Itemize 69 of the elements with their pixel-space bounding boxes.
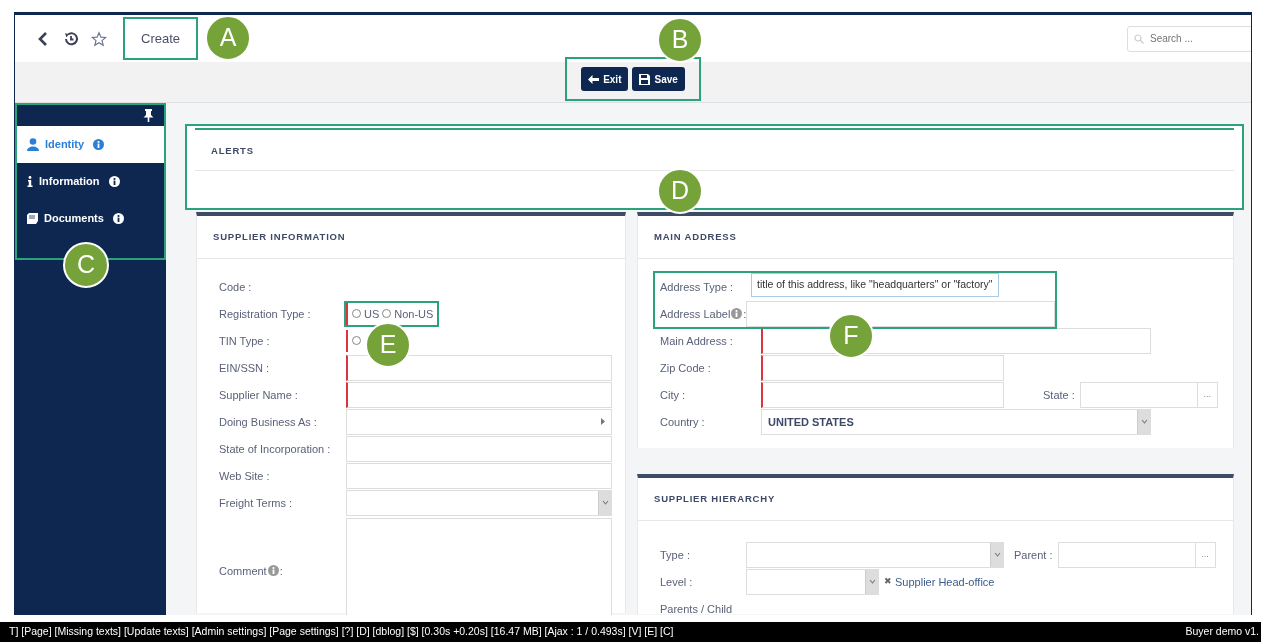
search-field[interactable]: Search ... <box>1127 25 1251 52</box>
info-icon <box>112 213 124 224</box>
caret-right-icon <box>601 418 605 426</box>
input-field[interactable] <box>346 408 612 435</box>
input-field[interactable] <box>761 354 1004 381</box>
field-label: Code : <box>219 279 253 295</box>
field-label: State : <box>1043 387 1075 403</box>
field-label: Parents / Child <box>660 601 734 615</box>
field-label: EIN/SSN : <box>219 360 271 376</box>
field-label: Comment <box>219 563 267 579</box>
create-tab[interactable]: Create <box>125 19 197 58</box>
field-label: State of Incorporation : <box>219 441 332 457</box>
input-field[interactable] <box>346 435 612 462</box>
radio-group[interactable]: US Non-US <box>346 302 438 325</box>
field-label: : <box>279 563 283 579</box>
field-label: City : <box>660 387 687 403</box>
field-label: Supplier Name : <box>219 387 299 403</box>
remove-icon[interactable]: ✖ <box>884 575 892 589</box>
status-text: T] [Page] [Missing texts] [Update texts] [Admin settings] [Page settings] [?] [D] [dblog] [$] [0.30s +0.20s] [16.47 MB] [Ajax : 1 / 0.493s] [V] [E] [C] <box>9 624 674 640</box>
field-label: Level : <box>660 574 694 590</box>
search-icon <box>1134 33 1144 44</box>
field-label: Type : <box>660 547 691 563</box>
sidebar-item[interactable]: Documents <box>15 200 166 237</box>
radio-label: US <box>364 306 380 322</box>
comment-field[interactable] <box>346 518 612 615</box>
field-label: Country : <box>660 414 706 430</box>
field-label: Parent : <box>1014 547 1053 563</box>
input-field[interactable] <box>746 300 1055 327</box>
chevron-down-icon <box>868 579 876 585</box>
info-icon <box>108 176 120 187</box>
lookup-field[interactable]: ... <box>1057 541 1216 568</box>
field-label: Zip Code : <box>660 360 712 376</box>
field-label: : <box>743 306 747 322</box>
input-field[interactable] <box>346 354 612 381</box>
arrow-left-icon <box>588 74 600 84</box>
pin-icon <box>143 109 154 122</box>
user-icon <box>27 138 39 151</box>
sidebar-item[interactable]: Identity <box>15 126 166 163</box>
select-field[interactable] <box>746 541 1004 568</box>
chevron-down-icon <box>1140 419 1148 425</box>
save-button[interactable]: Save <box>632 67 685 91</box>
field-label: Doing Business As : <box>219 414 318 430</box>
field-label: Address Label <box>660 306 731 322</box>
book-icon <box>27 213 38 224</box>
save-icon <box>639 73 651 85</box>
select-field[interactable] <box>746 568 879 595</box>
history-icon[interactable] <box>63 30 79 47</box>
chevron-down-icon <box>601 500 609 506</box>
select-field[interactable] <box>346 489 612 516</box>
field-label: Registration Type : <box>219 306 312 322</box>
exit-button[interactable]: Exit <box>581 67 629 91</box>
radio-label: Non-US <box>394 306 434 322</box>
input-field[interactable] <box>346 381 612 408</box>
star-icon[interactable] <box>91 30 107 47</box>
select-field[interactable]: UNITED STATES <box>761 408 1151 435</box>
info-icon <box>93 139 105 150</box>
sidebar-item[interactable]: Information <box>15 163 166 200</box>
hint-tooltip: title of this address, like "headquarters" or "factory" <box>751 273 999 297</box>
field-label: Web Site : <box>219 468 271 484</box>
version-text: Buyer demo v1. <box>1185 624 1259 640</box>
lookup-field[interactable]: ... <box>1079 381 1218 408</box>
field-label: Freight Terms : <box>219 495 294 511</box>
info-letter-icon <box>27 176 33 187</box>
input-field[interactable] <box>346 462 612 489</box>
head-office-link[interactable]: Supplier Head-office <box>895 573 995 590</box>
field-label: TIN Type : <box>219 333 271 349</box>
field-label: Main Address : <box>660 333 734 349</box>
input-field[interactable] <box>761 381 1004 408</box>
chevron-down-icon <box>993 552 1001 558</box>
